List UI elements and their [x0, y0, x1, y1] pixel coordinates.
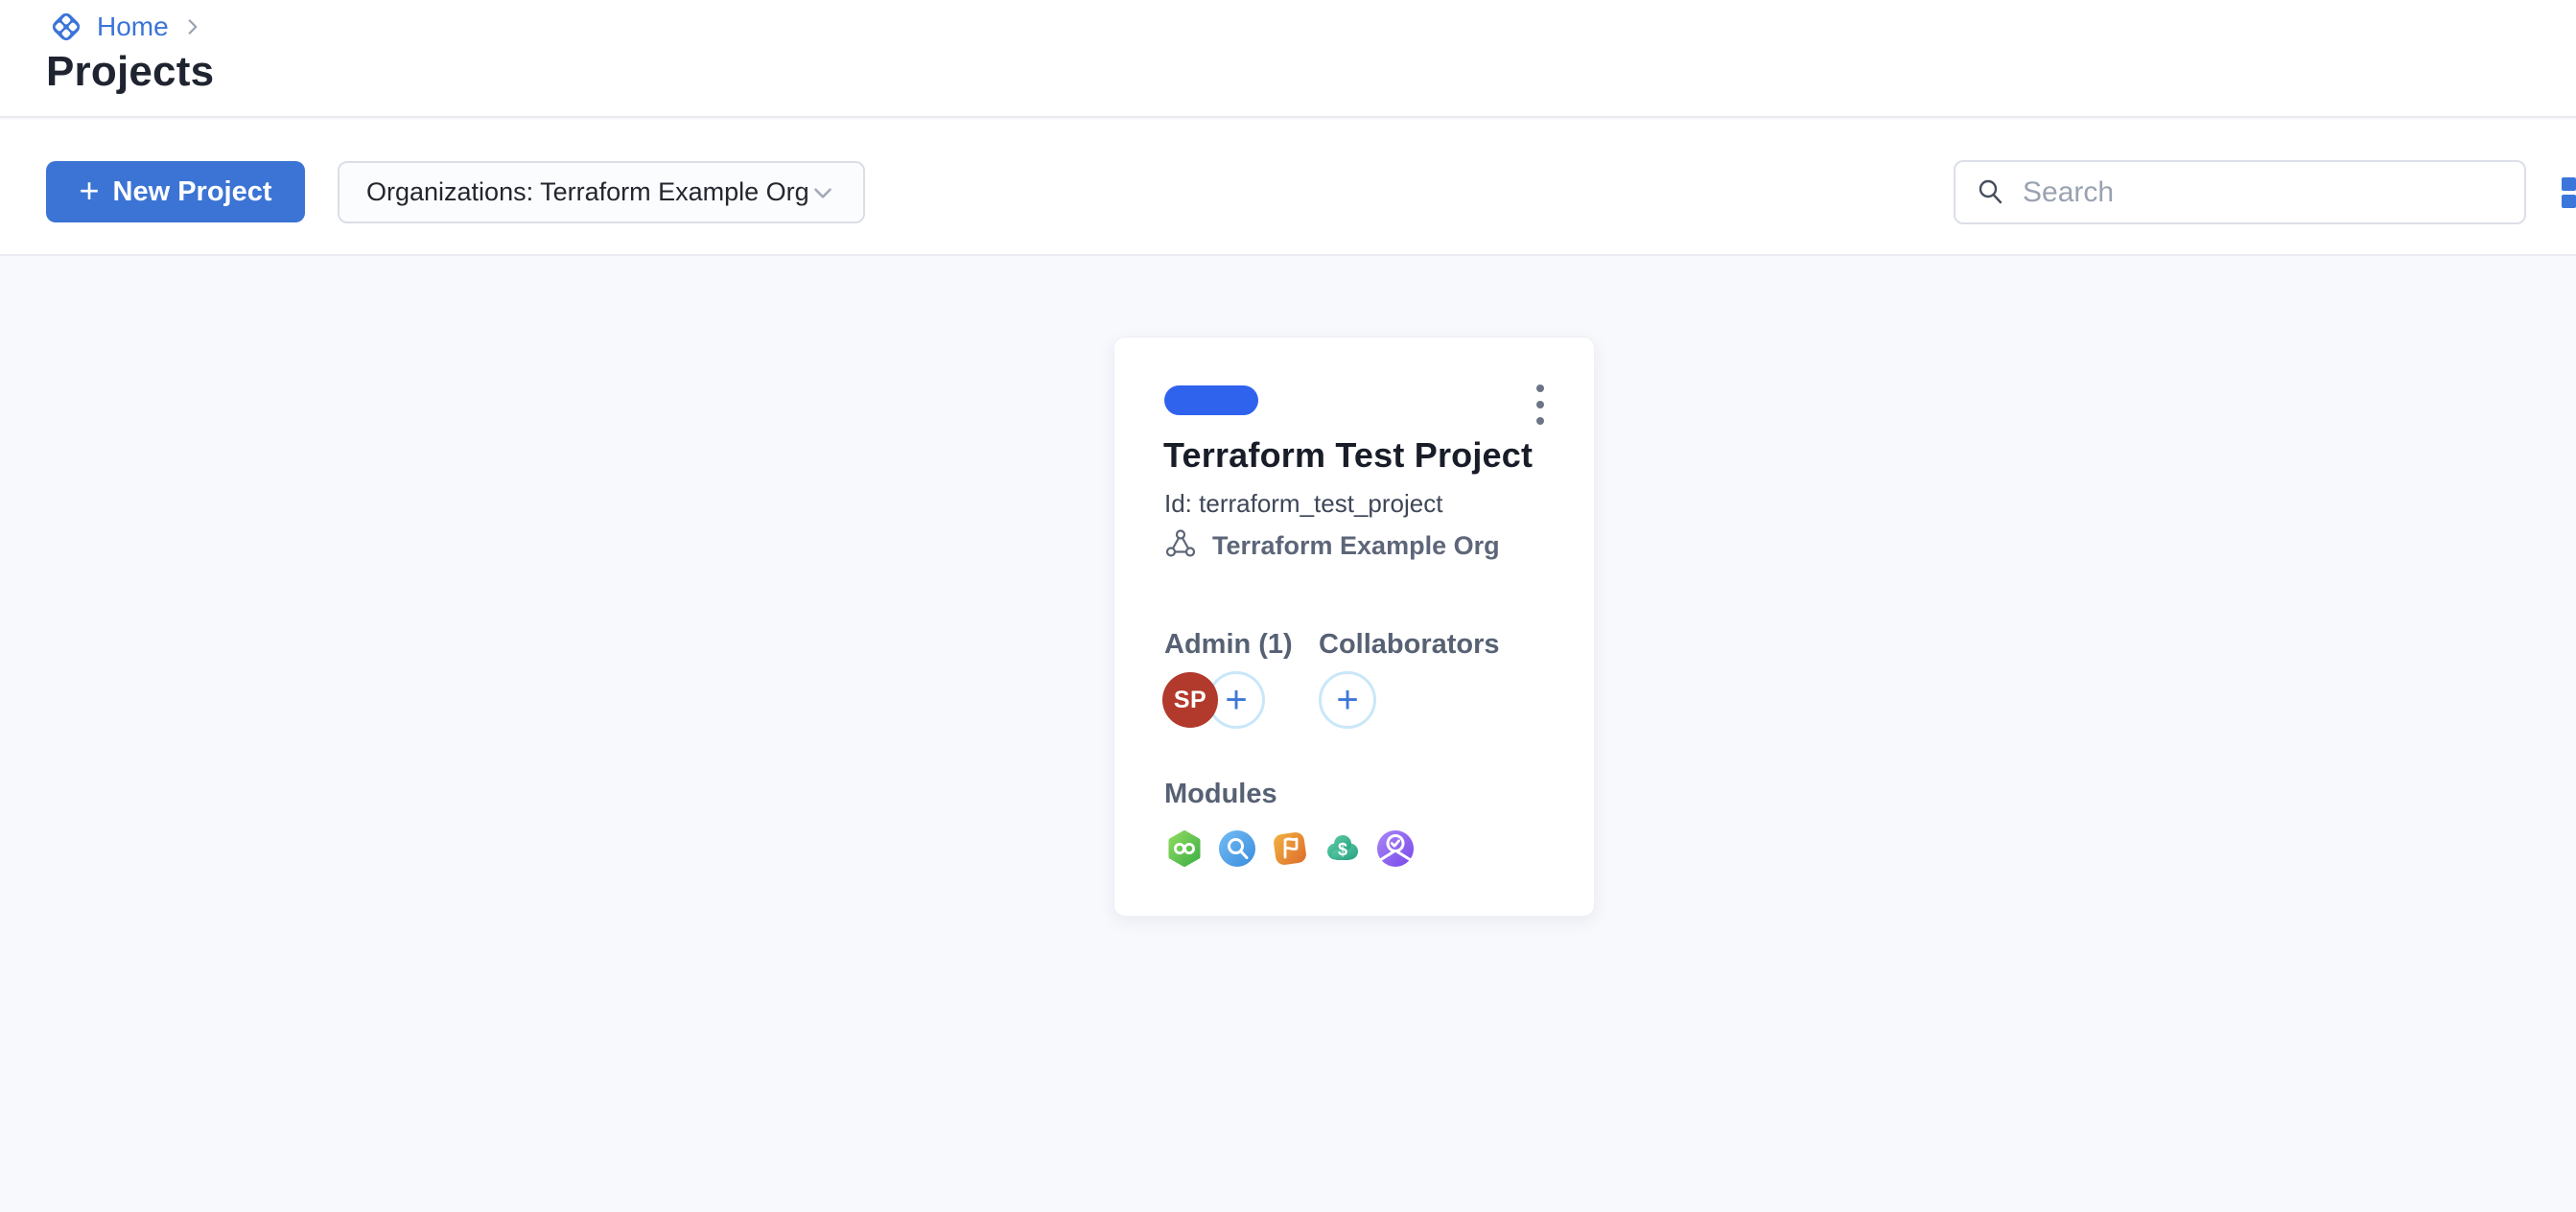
app-logo-icon[interactable]	[47, 8, 85, 46]
search-icon	[1975, 176, 2007, 209]
project-menu-button[interactable]	[1521, 378, 1559, 431]
layout-toggle-icon[interactable]	[2562, 177, 2576, 209]
search-input[interactable]	[2023, 176, 2505, 209]
projects-grid: Terraform Test Project Id: terraform_tes…	[0, 258, 2576, 1212]
admin-avatar[interactable]: SP	[1162, 672, 1218, 728]
collaborators-section-label: Collaborators	[1319, 629, 1500, 661]
feature-flag-icon	[1270, 828, 1310, 869]
new-project-label: New Project	[113, 176, 272, 208]
project-organization: Terraform Example Org	[1162, 527, 1500, 564]
cloud-cost-dollar-icon: $	[1323, 828, 1363, 869]
ci-infinity-hexagon-icon	[1164, 828, 1205, 869]
magnifier-circle-icon	[1217, 828, 1257, 869]
project-card[interactable]: Terraform Test Project Id: terraform_tes…	[1113, 337, 1595, 917]
admin-section-label: Admin (1)	[1164, 629, 1293, 661]
project-title: Terraform Test Project	[1163, 435, 1533, 476]
organization-icon	[1162, 527, 1199, 564]
page-title: Projects	[46, 48, 214, 96]
breadcrumb-home-link[interactable]: Home	[97, 8, 169, 46]
svg-text:$: $	[1338, 840, 1347, 859]
new-project-button[interactable]: + New Project	[46, 161, 305, 222]
organization-filter-dropdown[interactable]: Organizations: Terraform Example Org	[338, 161, 865, 223]
modules-section-label: Modules	[1164, 779, 1277, 810]
organization-filter-value: Organizations: Terraform Example Org	[366, 177, 809, 207]
breadcrumb: Home	[47, 8, 203, 46]
chevron-down-icon	[809, 179, 836, 206]
members-row: SP + +	[1114, 671, 1594, 731]
search-field	[1954, 160, 2526, 224]
plus-icon: +	[79, 171, 99, 211]
project-id: Id: terraform_test_project	[1164, 489, 1442, 519]
page-header: Home Projects	[0, 0, 2576, 118]
modules-row: $	[1164, 828, 1416, 869]
projects-page: Home Projects + New Project Organization…	[0, 0, 2576, 1212]
toolbar: + New Project Organizations: Terraform E…	[0, 120, 2576, 256]
project-color-bar	[1164, 385, 1258, 415]
add-collaborator-button[interactable]: +	[1319, 671, 1376, 729]
organization-name: Terraform Example Org	[1212, 531, 1500, 561]
chevron-right-icon	[182, 16, 203, 37]
reliability-check-icon	[1375, 828, 1416, 869]
